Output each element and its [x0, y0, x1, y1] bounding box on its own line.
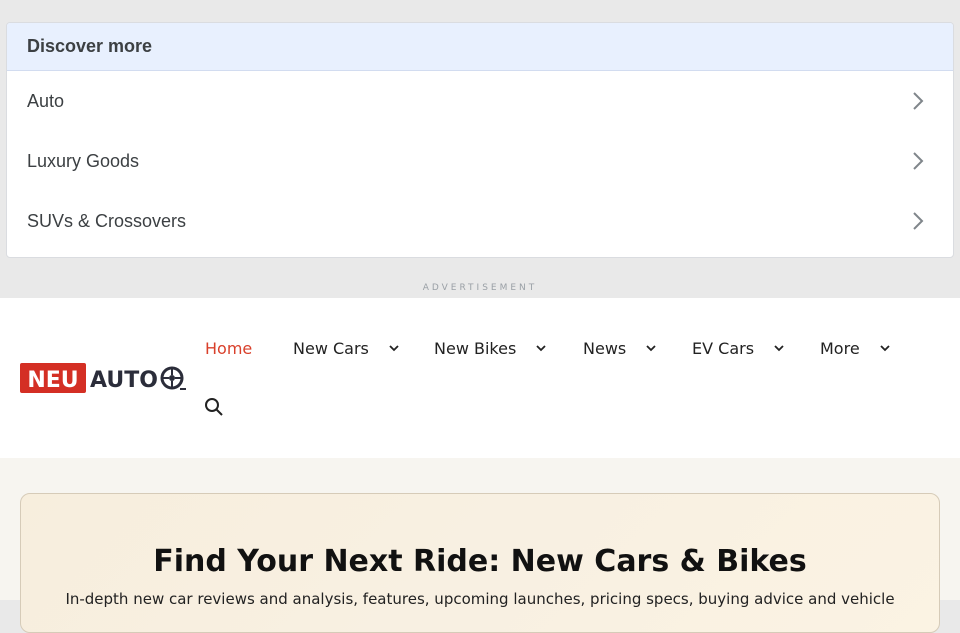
discover-item-auto[interactable]: Auto [7, 71, 953, 131]
discover-item-label: SUVs & Crossovers [27, 210, 187, 231]
discover-more-panel: Discover more Auto Luxury Goods SUVs & C… [6, 22, 954, 258]
chevron-down-icon [880, 344, 890, 351]
hero-subtitle: In-depth new car reviews and analysis, f… [65, 590, 895, 608]
discover-item-label: Auto [27, 90, 65, 111]
nav-home[interactable]: Home [205, 338, 252, 358]
nav-news[interactable]: News [583, 338, 656, 358]
nav-new-bikes[interactable]: New Bikes [434, 338, 546, 358]
chevron-down-icon [646, 344, 656, 351]
site-logo[interactable]: NEU AUTO [20, 362, 186, 394]
discover-item-suvs-crossovers[interactable]: SUVs & Crossovers [7, 191, 953, 251]
chevron-down-icon [536, 344, 546, 351]
logo-text-neu: NEU [27, 368, 78, 393]
nav-new-cars[interactable]: New Cars [293, 338, 399, 358]
discover-item-luxury-goods[interactable]: Luxury Goods [7, 131, 953, 191]
discover-item-label: Luxury Goods [27, 150, 140, 171]
hero-title: Find Your Next Ride: New Cars & Bikes [153, 544, 807, 579]
chevron-down-icon [774, 344, 784, 351]
search-icon[interactable] [204, 397, 224, 417]
nav-label: New Bikes [434, 338, 517, 358]
chevron-right-icon [913, 152, 924, 170]
chevron-right-icon [913, 92, 924, 110]
nav-label: News [583, 338, 627, 358]
nav-label: Home [205, 338, 253, 358]
advertisement-label: ADVERTISEMENT [422, 283, 538, 293]
nav-label: More [820, 338, 860, 358]
nav-label: New Cars [293, 338, 369, 358]
chevron-right-icon [913, 212, 924, 230]
discover-more-title: Discover more [7, 23, 953, 71]
nav-more[interactable]: More [820, 338, 890, 358]
nav-label: EV Cars [692, 338, 755, 358]
logo-text-auto: AUTO [90, 368, 158, 393]
nav-ev-cars[interactable]: EV Cars [692, 338, 784, 358]
chevron-down-icon [389, 344, 399, 351]
wheel-icon [160, 366, 186, 390]
